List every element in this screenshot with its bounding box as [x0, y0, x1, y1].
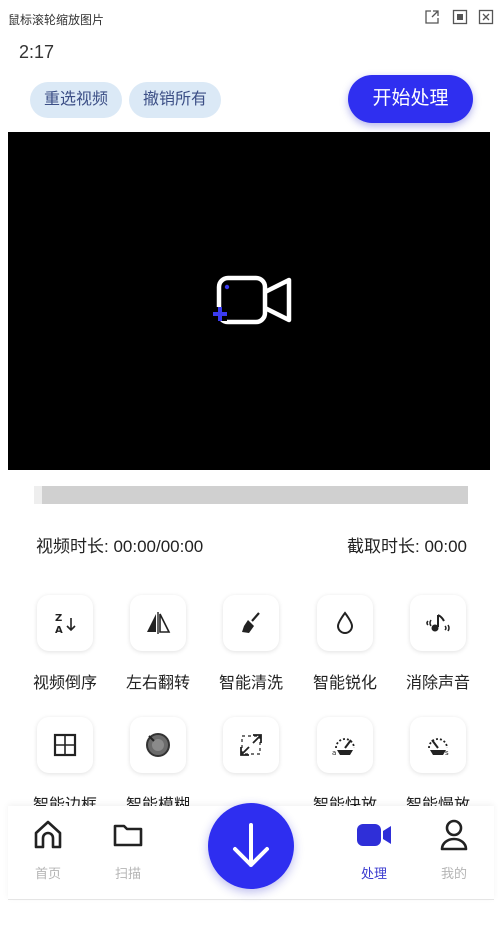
video-duration: 视频时长: 00:00/00:00: [36, 537, 204, 556]
popout-icon[interactable]: [424, 9, 440, 25]
nav-home[interactable]: 首页: [18, 818, 78, 882]
nav-process[interactable]: 处理: [344, 818, 404, 882]
folder-icon: [113, 824, 143, 847]
scrubber-handle[interactable]: [34, 486, 42, 504]
video-camera-icon: [357, 824, 391, 846]
frame-grid-icon: [37, 717, 93, 773]
tool-smart-frame[interactable]: 智能边框: [25, 717, 105, 815]
person-icon: [440, 819, 468, 851]
tool-smart-clean[interactable]: 智能清洗: [211, 595, 291, 693]
blur-lens-icon: [130, 717, 186, 773]
music-mute-icon: [410, 595, 466, 651]
home-icon: [34, 820, 62, 849]
nav-label: 首页: [34, 866, 61, 881]
close-icon[interactable]: [478, 9, 494, 25]
tool-label: 智能清洗: [218, 675, 283, 692]
add-video-icon[interactable]: [213, 275, 293, 332]
broom-icon: [223, 595, 279, 651]
tool-reverse-video[interactable]: ZA 视频倒序: [25, 595, 105, 693]
reselect-video-button[interactable]: 重选视频: [30, 82, 122, 118]
tool-remove-sound[interactable]: 消除声音: [398, 595, 478, 693]
droplet-icon: [317, 595, 373, 651]
nav-label: 我的: [440, 866, 467, 881]
svg-text:s: s: [445, 749, 449, 757]
timeline-scrubber[interactable]: [34, 486, 468, 504]
tool-label: 智能锐化: [312, 675, 377, 692]
maximize-icon[interactable]: [452, 9, 468, 25]
nav-scan[interactable]: 扫描: [98, 818, 158, 882]
video-preview[interactable]: [8, 132, 490, 470]
window-title-bar: 鼠标滚轮缩放图片: [0, 0, 498, 34]
flip-horizontal-icon: [130, 595, 186, 651]
tool-smart-sharpen[interactable]: 智能锐化: [305, 595, 385, 693]
arrow-down-icon: [233, 823, 269, 867]
nav-profile[interactable]: 我的: [424, 818, 484, 882]
tool-label: 左右翻转: [125, 675, 190, 692]
undo-all-button[interactable]: 撤销所有: [129, 82, 221, 118]
download-button[interactable]: [208, 803, 294, 889]
nav-label: 扫描: [114, 866, 141, 881]
status-time: 2:17: [19, 42, 55, 62]
tool-label: 消除声音: [405, 675, 470, 692]
sort-za-icon: ZA: [37, 595, 93, 651]
svg-text:a: a: [332, 749, 336, 757]
tool-smart-blur[interactable]: 智能模糊: [118, 717, 198, 815]
clip-duration: 截取时长: 00:00: [347, 537, 467, 556]
start-processing-button[interactable]: 开始处理: [348, 75, 473, 123]
window-title: 鼠标滚轮缩放图片: [8, 13, 105, 27]
svg-text:A: A: [55, 625, 63, 636]
svg-text:Z: Z: [55, 613, 62, 624]
tool-expand[interactable]: [211, 717, 291, 791]
expand-icon: [223, 717, 279, 773]
tool-label: 视频倒序: [32, 675, 97, 692]
nav-label: 处理: [360, 866, 387, 881]
speed-fast-icon: a: [317, 717, 373, 773]
tool-slow-play[interactable]: s 智能慢放: [398, 717, 478, 815]
tool-flip-horizontal[interactable]: 左右翻转: [118, 595, 198, 693]
tool-fast-play[interactable]: a 智能快放: [305, 717, 385, 815]
speed-slow-icon: s: [410, 717, 466, 773]
